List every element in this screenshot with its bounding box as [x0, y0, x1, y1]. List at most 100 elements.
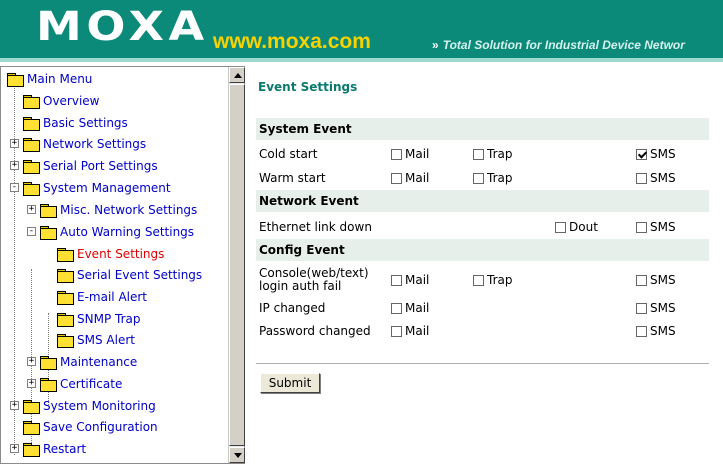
submit-button[interactable]: Submit: [260, 373, 320, 393]
expand-icon[interactable]: +: [10, 444, 19, 453]
nav-item-main-menu[interactable]: Main Menu: [7, 69, 92, 89]
nav-item-label: SMS Alert: [77, 333, 135, 347]
password-changed-mail-checkbox[interactable]: Mail: [391, 323, 429, 339]
nav-item-maintenance[interactable]: Maintenance: [40, 352, 137, 372]
folder-icon: [57, 334, 74, 348]
nav-item-system-monitoring[interactable]: System Monitoring: [23, 396, 156, 416]
checkbox-label: Trap: [487, 147, 513, 161]
nav-item-misc-network-settings[interactable]: Misc. Network Settings: [40, 200, 197, 220]
navigation-tree: Main Menu Overview Basic Settings + Netw…: [1, 67, 227, 463]
nav-item-label: Network Settings: [43, 137, 147, 151]
expand-icon[interactable]: +: [10, 401, 19, 410]
checkbox-box[interactable]: [473, 274, 484, 286]
nav-item-label: Auto Warning Settings: [60, 225, 195, 239]
expand-icon[interactable]: +: [27, 205, 36, 214]
folder-icon: [57, 269, 74, 283]
nav-item-network-settings[interactable]: Network Settings: [23, 134, 146, 154]
scrollbar-thumb[interactable]: [229, 84, 245, 446]
ethernet-sms-checkbox[interactable]: SMS: [636, 219, 676, 235]
folder-icon: [40, 204, 57, 218]
expand-icon[interactable]: +: [10, 139, 19, 148]
cold-start-mail-checkbox[interactable]: Mail: [391, 146, 429, 162]
nav-item-basic-settings[interactable]: Basic Settings: [23, 113, 128, 133]
warm-start-sms-checkbox[interactable]: SMS: [636, 170, 676, 186]
checkbox-box[interactable]: [636, 325, 647, 337]
folder-icon: [57, 313, 74, 327]
checkbox-label: SMS: [650, 301, 676, 315]
arrow-up-icon: [234, 73, 242, 78]
checkbox-label: Dout: [569, 220, 598, 234]
collapse-icon[interactable]: -: [27, 227, 36, 236]
open-folder-icon: [23, 182, 40, 196]
folder-icon: [23, 117, 40, 131]
console-auth-trap-checkbox[interactable]: Trap: [473, 272, 512, 288]
nav-item-label: System Monitoring: [43, 399, 156, 413]
scroll-up-button[interactable]: [229, 67, 245, 83]
password-changed-sms-checkbox[interactable]: SMS: [636, 323, 676, 339]
checkbox-box[interactable]: [555, 221, 566, 233]
checkbox-box[interactable]: [636, 274, 647, 286]
nav-item-label: System Management: [43, 181, 171, 195]
nav-item-email-alert[interactable]: E-mail Alert: [57, 287, 147, 307]
expand-icon[interactable]: +: [27, 379, 36, 388]
checkbox-box[interactable]: [391, 148, 402, 160]
checkbox-box[interactable]: [636, 172, 647, 184]
nav-item-event-settings[interactable]: Event Settings: [57, 244, 164, 264]
nav-item-serial-event-settings[interactable]: Serial Event Settings: [57, 265, 202, 285]
cold-start-sms-checkbox[interactable]: SMS: [636, 146, 676, 162]
folder-icon: [57, 291, 74, 305]
ip-changed-sms-checkbox[interactable]: SMS: [636, 300, 676, 316]
checkbox-box[interactable]: [636, 221, 647, 233]
checkbox-label: Trap: [487, 171, 513, 185]
nav-item-certificate[interactable]: Certificate: [40, 374, 122, 394]
checkbox-box[interactable]: [636, 302, 647, 314]
ethernet-dout-checkbox[interactable]: Dout: [555, 219, 598, 235]
checkbox-label: Mail: [405, 273, 430, 287]
warm-start-trap-checkbox[interactable]: Trap: [473, 170, 512, 186]
nav-item-system-management[interactable]: System Management: [23, 178, 171, 198]
collapse-icon[interactable]: -: [10, 183, 19, 192]
nav-item-serial-port-settings[interactable]: Serial Port Settings: [23, 156, 158, 176]
checkbox-label: SMS: [650, 220, 676, 234]
tagline: » Total Solution for Industrial Device Ne…: [432, 38, 685, 52]
checkbox-box[interactable]: [391, 274, 402, 286]
warm-start-mail-checkbox[interactable]: Mail: [391, 170, 429, 186]
row-console-auth-fail: Console(web/text) login auth fail Mail Tr…: [259, 267, 709, 297]
nav-item-restart[interactable]: Restart: [23, 439, 86, 459]
section-header-network-event: Network Event: [256, 190, 709, 212]
expand-icon[interactable]: +: [27, 357, 36, 366]
checkbox-box[interactable]: [473, 148, 484, 160]
nav-item-label: Save Configuration: [43, 420, 158, 434]
expand-icon[interactable]: +: [10, 161, 19, 170]
checkbox-label: Mail: [405, 324, 430, 338]
row-label: Password changed: [259, 324, 371, 338]
nav-item-label: Event Settings: [77, 247, 165, 261]
row-password-changed: Password changed Mail SMS: [259, 323, 709, 341]
page-title: Event Settings: [258, 80, 358, 94]
open-folder-icon: [7, 73, 24, 87]
checkbox-box[interactable]: [391, 302, 402, 314]
checkbox-box-checked[interactable]: [636, 148, 647, 160]
nav-item-auto-warning-settings[interactable]: Auto Warning Settings: [40, 222, 194, 242]
console-auth-sms-checkbox[interactable]: SMS: [636, 272, 676, 288]
checkbox-box[interactable]: [473, 172, 484, 184]
nav-item-snmp-trap[interactable]: SNMP Trap: [57, 309, 140, 329]
nav-item-save-configuration[interactable]: Save Configuration: [23, 417, 158, 437]
console-auth-mail-checkbox[interactable]: Mail: [391, 272, 429, 288]
checkbox-box[interactable]: [391, 172, 402, 184]
nav-scrollbar[interactable]: [228, 67, 245, 463]
checkbox-label: SMS: [650, 324, 676, 338]
row-label-line: Console(web/text): [259, 266, 369, 280]
website-url: www.moxa.com: [213, 30, 371, 53]
cold-start-trap-checkbox[interactable]: Trap: [473, 146, 512, 162]
ip-changed-mail-checkbox[interactable]: Mail: [391, 300, 429, 316]
checkbox-box[interactable]: [391, 325, 402, 337]
nav-item-sms-alert[interactable]: SMS Alert: [57, 330, 135, 350]
nav-item-overview[interactable]: Overview: [23, 91, 100, 111]
row-label: Cold start: [259, 147, 318, 161]
moxa-logo: MOXA: [36, 4, 209, 50]
row-label: Warm start: [259, 171, 326, 185]
nav-item-label: Misc. Network Settings: [60, 203, 198, 217]
header-banner: MOXA www.moxa.com » Total Solution for In…: [0, 0, 723, 62]
scroll-down-button[interactable]: [229, 447, 245, 463]
